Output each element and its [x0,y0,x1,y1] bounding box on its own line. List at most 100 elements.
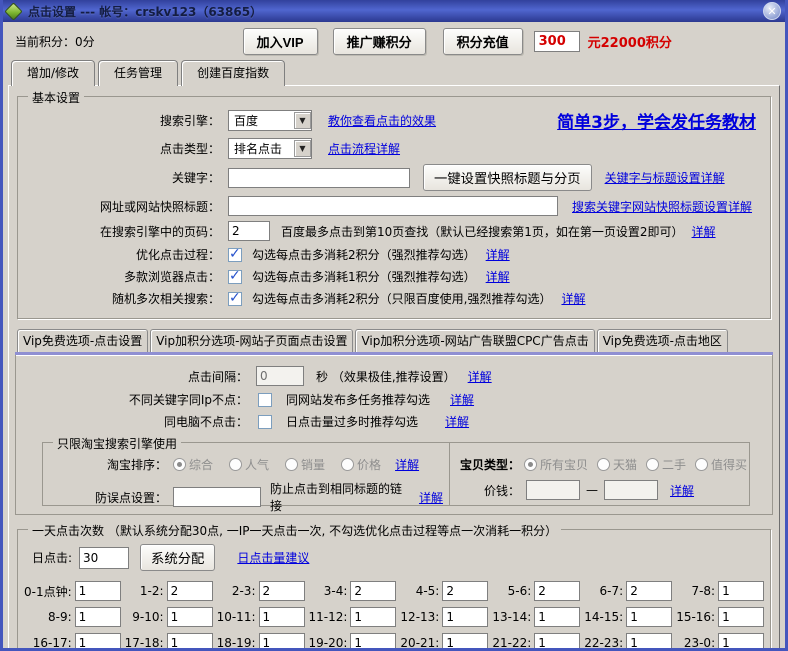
page-detail-link[interactable]: 详解 [692,223,716,240]
hour-input[interactable] [167,607,213,627]
diff-keyword-checkbox[interactable] [258,393,272,407]
daily-clicks-label: 日点击: [32,549,72,566]
tab-vip-cpc-ad-click[interactable]: Vip加积分选项-网站广告联盟CPC广告点击 [355,329,594,352]
chevron-down-icon[interactable]: ▼ [294,112,311,129]
tab-vip-click-region[interactable]: Vip免费选项-点击地区 [597,329,728,352]
hour-label: 3-4: [324,584,348,598]
chevron-down-icon[interactable]: ▼ [294,140,311,157]
optimize-checkbox[interactable] [228,248,242,262]
misclick-input[interactable] [173,487,261,507]
hour-input[interactable] [626,607,672,627]
radio-option[interactable]: 销量 [285,456,325,473]
hour-input[interactable] [626,633,672,651]
tutorial-link[interactable]: 简单3步，学会发任务教材 [557,108,756,133]
hour-input[interactable] [534,581,580,601]
tab-vip-subpage-click[interactable]: Vip加积分选项-网站子页面点击设置 [150,329,353,352]
hour-input[interactable] [167,633,213,651]
hour-input[interactable] [442,581,488,601]
random-search-detail-link[interactable]: 详解 [561,290,585,307]
url-input[interactable] [228,196,558,216]
search-engine-select[interactable]: 百度 ▼ [228,110,312,131]
same-pc-hint: 日点击量过多时推荐勾选 [286,413,418,430]
app-icon [4,2,22,20]
hour-input[interactable] [75,581,121,601]
radio-option[interactable]: 价格 [341,456,381,473]
hour-input[interactable] [75,633,121,651]
hour-input[interactable] [718,607,764,627]
page-number-input[interactable] [228,221,270,241]
hour-input[interactable] [259,581,305,601]
hour-input[interactable] [534,633,580,651]
radio-option[interactable]: 天猫 [597,456,637,473]
hours-grid: 0-1点钟:1-2:2-3:3-4:4-5:5-6:6-7:7-8:8-9:9-… [24,581,764,651]
random-search-hint: 勾选每点击多消耗2积分（只限百度使用,强烈推荐勾选） [252,290,551,307]
daily-suggest-link[interactable]: 日点击量建议 [237,549,309,566]
keyword-title-link[interactable]: 关键字与标题设置详解 [605,169,725,186]
keyword-input[interactable] [228,168,410,188]
hour-input[interactable] [167,581,213,601]
app-window: 点击设置 --- 帐号：crskv123（63865） ✕ 当前积分：0分 加入… [0,0,788,651]
hour-input[interactable] [442,633,488,651]
price-to-input[interactable] [604,480,658,500]
join-vip-button[interactable]: 加入VIP [243,28,318,55]
recharge-amount-input[interactable] [534,31,580,52]
radio-icon [341,458,354,471]
hour-label: 23-0: [684,636,715,650]
optimize-detail-link[interactable]: 详解 [486,246,510,263]
same-pc-checkbox[interactable] [258,415,272,429]
radio-option[interactable]: 人气 [229,456,269,473]
misclick-detail-link[interactable]: 详解 [419,489,443,506]
url-snapshot-link[interactable]: 搜索关键字网站快照标题设置详解 [572,198,752,215]
radio-label: 价格 [357,456,381,473]
url-row: 网址或网站快照标题： 搜索关键字网站快照标题设置详解 [24,196,764,216]
radio-option[interactable]: 值得买 [695,456,747,473]
daily-clicks-input[interactable] [79,547,129,569]
tab-task-manage[interactable]: 任务管理 [98,60,178,86]
hour-input[interactable] [350,581,396,601]
keyword-label: 关键字： [24,169,220,186]
rate-text: 元22000积分 [588,32,672,51]
close-icon[interactable]: ✕ [763,2,781,20]
promote-earn-button[interactable]: 推广赚积分 [333,28,426,55]
tab-add-modify[interactable]: 增加/修改 [11,60,95,86]
recharge-button[interactable]: 积分充值 [443,28,523,55]
hour-cell: 12-13: [400,607,492,627]
hour-input[interactable] [75,607,121,627]
multi-browser-detail-link[interactable]: 详解 [486,268,510,285]
one-key-setup-button[interactable]: 一键设置快照标题与分页 [423,164,592,191]
hour-input[interactable] [442,607,488,627]
interval-detail-link[interactable]: 详解 [468,368,492,385]
hour-input[interactable] [534,607,580,627]
tab-baidu-index[interactable]: 创建百度指数 [181,60,285,86]
hour-input[interactable] [259,633,305,651]
multi-browser-checkbox[interactable] [228,270,242,284]
taobao-sort-detail-link[interactable]: 详解 [395,456,419,473]
radio-option[interactable]: 二手 [646,456,686,473]
daily-clicks-group: 一天点击次数 （默认系统分配30点, 一IP一天点击一次, 不勾选优化点击过程等… [17,529,771,651]
random-search-row: 随机多次相关搜索： 勾选每点击多消耗2积分（只限百度使用,强烈推荐勾选） 详解 [24,290,764,307]
diff-keyword-detail-link[interactable]: 详解 [450,391,474,408]
page-number-row: 在搜索引擎中的页码： 百度最多点击到第10页查找（默认已经搜索第1页，如在第一页… [24,221,764,241]
radio-option[interactable]: 所有宝贝 [524,456,588,473]
hour-input[interactable] [718,581,764,601]
interval-input[interactable] [256,366,304,386]
click-type-select[interactable]: 排名点击 ▼ [228,138,312,159]
radio-option[interactable]: 综合 [173,456,213,473]
same-pc-detail-link[interactable]: 详解 [445,413,469,430]
radio-icon [229,458,242,471]
hour-input[interactable] [350,633,396,651]
hour-input[interactable] [626,581,672,601]
price-from-input[interactable] [526,480,580,500]
search-engine-row: 搜索引擎： 百度 ▼ 教你查看点击的效果 简单3步，学会发任务教材 [24,108,764,133]
hour-input[interactable] [350,607,396,627]
click-flow-link[interactable]: 点击流程详解 [328,140,400,157]
price-detail-link[interactable]: 详解 [670,482,694,499]
hour-input[interactable] [259,607,305,627]
view-effect-link[interactable]: 教你查看点击的效果 [328,112,436,129]
tab-vip-click-settings[interactable]: Vip免费选项-点击设置 [17,329,148,352]
random-search-checkbox[interactable] [228,292,242,306]
diff-keyword-row: 不同关键字同Ip不点： 同网站发布多任务推荐勾选 详解 [20,391,768,408]
hour-input[interactable] [718,633,764,651]
system-assign-button[interactable]: 系统分配 [140,544,215,571]
vip-panel: 点击间隔： 秒 （效果极佳,推荐设置） 详解 不同关键字同Ip不点： 同网站发布… [15,355,773,515]
